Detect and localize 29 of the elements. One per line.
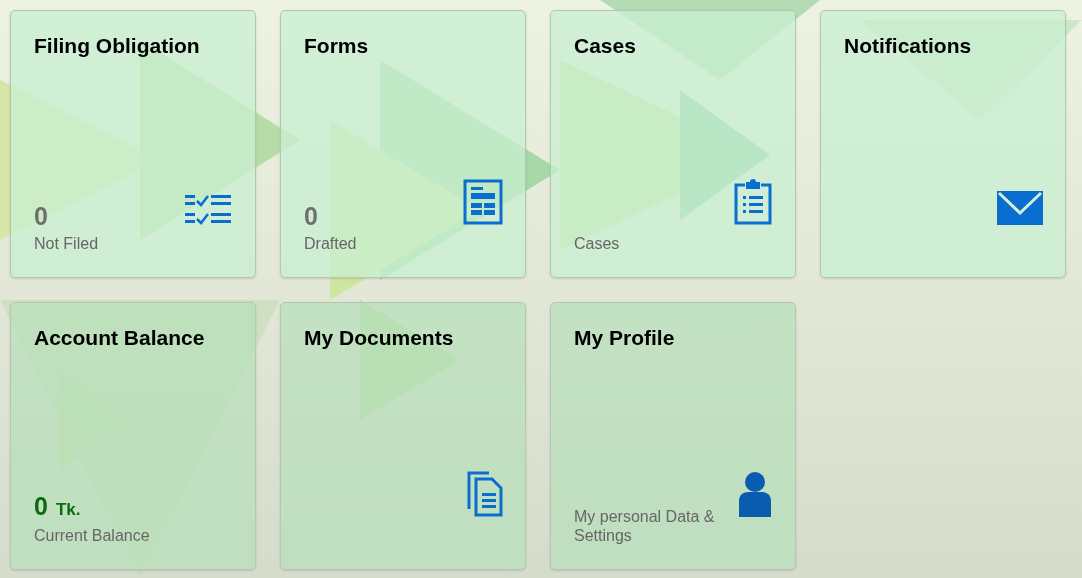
balance-value: 0: [34, 491, 48, 520]
tile[interactable]: My Documents: [280, 302, 526, 570]
tile-title: My Documents: [304, 325, 455, 351]
tile-subtitle: Not Filed: [34, 234, 100, 253]
tile-title: Forms: [304, 33, 370, 59]
tile[interactable]: Notifications: [820, 10, 1066, 278]
tile[interactable]: Forms 0 Drafted: [280, 10, 526, 278]
tile[interactable]: Account Balance 0 Tk. Current Balance: [10, 302, 256, 570]
tile[interactable]: Filing Obligation 0 Not Filed: [10, 10, 256, 278]
tile-title: Cases: [574, 33, 637, 59]
currency-unit: Tk.: [55, 498, 81, 521]
tile[interactable]: My Profile My personal Data & Settings: [550, 302, 796, 570]
tile-title: Notifications: [844, 33, 973, 59]
tile-title: Filing Obligation: [34, 33, 201, 59]
clipboard-icon: [733, 179, 773, 225]
person-icon: [737, 471, 773, 517]
count-value: 0: [304, 202, 318, 230]
documents-icon: [467, 471, 503, 517]
tile-subtitle: Drafted: [304, 234, 358, 253]
tile-subtitle: Cases: [574, 234, 621, 253]
tile-title: Account Balance: [34, 325, 206, 351]
tile-subtitle: Current Balance: [34, 526, 151, 545]
count-value: 0: [34, 202, 48, 230]
tile[interactable]: Cases Cases: [550, 10, 796, 278]
tile-subtitle: My personal Data & Settings: [574, 507, 716, 545]
checklist-icon: [185, 193, 233, 225]
mail-icon: [997, 191, 1043, 225]
form-icon: [463, 179, 503, 225]
tile-title: My Profile: [574, 325, 676, 351]
